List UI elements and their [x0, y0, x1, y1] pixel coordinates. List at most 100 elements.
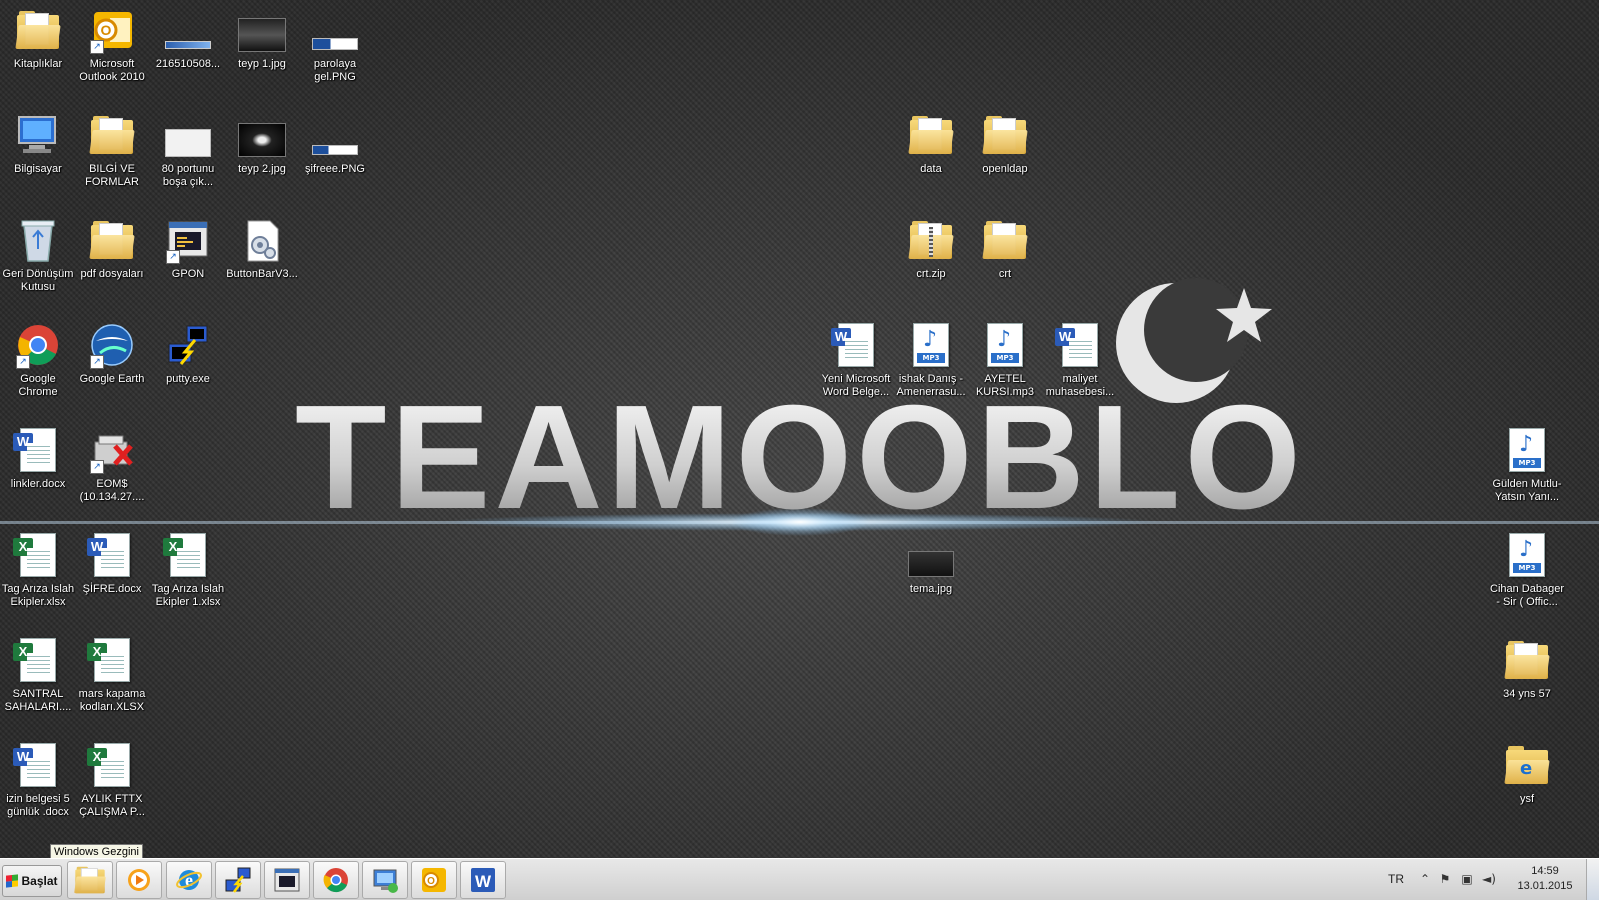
- desktop-icon-teyp1[interactable]: teyp 1.jpg: [224, 6, 300, 71]
- taskbar-windows-explorer[interactable]: [67, 861, 113, 899]
- clock-time: 14:59: [1531, 865, 1559, 877]
- icon-label: tema.jpg: [909, 583, 953, 595]
- icon-label: Google Chrome: [18, 373, 58, 398]
- desktop-icon-tema[interactable]: tema.jpg: [893, 531, 969, 596]
- image-thumbnail-icon: [165, 129, 211, 157]
- taskbar-word[interactable]: W: [460, 861, 506, 899]
- desktop-icon-linkler[interactable]: W linkler.docx: [0, 426, 76, 491]
- desktop-icon-gulden[interactable]: ♪ MP3 Gülden Mutlu-Yatsın Yanı...: [1489, 426, 1565, 504]
- icon-label: Kitaplıklar: [13, 58, 63, 70]
- taskbar-putty[interactable]: [215, 861, 261, 899]
- desktop-icon-pdf[interactable]: pdf dosyaları: [74, 216, 150, 281]
- desktop-icon-sifreee[interactable]: şifreee.PNG: [297, 111, 373, 176]
- taskbar-internet-explorer[interactable]: e: [166, 861, 212, 899]
- taskbar-media-player[interactable]: [116, 861, 162, 899]
- excel-doc-icon: X: [13, 533, 56, 577]
- volume-icon[interactable]: ◄): [1482, 873, 1496, 886]
- image-thumbnail-icon: [908, 551, 954, 577]
- folder-icon: [89, 221, 135, 259]
- network-icon[interactable]: ▣: [1460, 873, 1474, 886]
- media-player-icon: [128, 869, 150, 891]
- desktop-icon-earth[interactable]: ↗ Google Earth: [74, 321, 150, 386]
- icon-label: pdf dosyaları: [80, 268, 144, 280]
- show-desktop-button[interactable]: [1586, 859, 1599, 900]
- image-thumbnail-icon: [238, 18, 286, 52]
- desktop-icon-yns57[interactable]: 34 yns 57: [1489, 636, 1565, 701]
- icon-label: maliyet muhasebesi...: [1045, 373, 1115, 398]
- taskbar-gpon-app[interactable]: [264, 861, 310, 899]
- mp3-file-icon: ♪ MP3: [987, 323, 1023, 367]
- desktop-icon-teyp2[interactable]: teyp 2.jpg: [224, 111, 300, 176]
- libraries-folder-icon: [15, 11, 61, 49]
- desktop-icon-bilgi-formlar[interactable]: BILGİ VE FORMLAR: [74, 111, 150, 189]
- folder-icon: [982, 116, 1028, 154]
- outlook-icon: O: [422, 868, 446, 892]
- desktop-icon-ayetel[interactable]: ♪ MP3 AYETEL KURSI.mp3: [967, 321, 1043, 399]
- icon-label: Yeni Microsoft Word Belge...: [821, 373, 891, 398]
- gpon-app-icon: [274, 868, 300, 892]
- config-file-icon: [247, 220, 279, 262]
- desktop-icon-outlook[interactable]: O ↗ Microsoft Outlook 2010: [74, 6, 150, 84]
- desktop-icon-buttonbar[interactable]: ButtonBarV3...: [224, 216, 300, 281]
- desktop-icon-santral[interactable]: X SANTRAL SAHALARI....: [0, 636, 76, 714]
- desktop-icon-yeni-word[interactable]: W Yeni Microsoft Word Belge...: [818, 321, 894, 399]
- desktop-icon-216510508[interactable]: 216510508...: [150, 6, 226, 71]
- taskbar-outlook[interactable]: O: [411, 861, 457, 899]
- mp3-file-icon: ♪ MP3: [913, 323, 949, 367]
- icon-label: AYLIK FTTX ÇALIŞMA P...: [79, 793, 145, 818]
- windows-logo-icon: [6, 874, 19, 888]
- clock[interactable]: 14:59 13.01.2015: [1517, 864, 1573, 894]
- icon-label: crt.zip: [916, 268, 946, 280]
- remote-desktop-icon: [373, 869, 398, 893]
- icon-label: BILGİ VE FORMLAR: [85, 163, 139, 188]
- svg-text:W: W: [475, 872, 492, 891]
- desktop-icon-geri-donusum[interactable]: Geri Dönüşüm Kutusu: [0, 216, 76, 294]
- language-indicator[interactable]: TR: [1388, 872, 1404, 886]
- desktop-icon-kitapliklar[interactable]: Kitaplıklar: [0, 6, 76, 71]
- desktop-icon-aylik[interactable]: X AYLIK FTTX ÇALIŞMA P...: [74, 741, 150, 819]
- svg-text:O: O: [427, 876, 435, 887]
- taskbar-google-chrome[interactable]: [313, 861, 359, 899]
- desktop-icon-sifre[interactable]: W ŞİFRE.docx: [74, 531, 150, 596]
- desktop-icon-eoms[interactable]: ↗ EOM$ (10.134.27....: [74, 426, 150, 504]
- folder-icon: [74, 866, 106, 894]
- desktop-icon-parolaya[interactable]: parolaya gel.PNG: [297, 6, 373, 84]
- desktop-icon-putty[interactable]: putty.exe: [150, 321, 226, 386]
- desktop-icon-cihan[interactable]: ♪ MP3 Cihan Dabager - Sir ( Offic...: [1489, 531, 1565, 609]
- desktop-icon-tag2[interactable]: X Tag Arıza Islah Ekipler 1.xlsx: [150, 531, 226, 609]
- word-doc-icon: W: [87, 533, 130, 577]
- desktop-icon-izin[interactable]: W izin belgesi 5 günlük .docx: [0, 741, 76, 819]
- desktop-icon-gpon[interactable]: ↗ GPON: [150, 216, 226, 281]
- desktop-icon-mars[interactable]: X mars kapama kodları.XLSX: [74, 636, 150, 714]
- action-center-flag-icon[interactable]: ⚑: [1438, 873, 1452, 886]
- clock-date: 13.01.2015: [1517, 880, 1573, 892]
- icon-label: 34 yns 57: [1503, 688, 1551, 700]
- icon-label: ishak Danış - Amenerrasu...: [896, 373, 966, 398]
- desktop-icon-openldap[interactable]: openldap: [967, 111, 1043, 176]
- start-button[interactable]: Başlat: [2, 865, 62, 897]
- icon-label: mars kapama kodları.XLSX: [78, 688, 146, 713]
- taskbar-remote-desktop[interactable]: [362, 861, 408, 899]
- desktop-icon-data[interactable]: data: [893, 111, 969, 176]
- word-doc-icon: W: [1055, 323, 1098, 367]
- star-icon: [1216, 288, 1272, 342]
- icon-label: putty.exe: [166, 373, 210, 385]
- excel-doc-icon: X: [87, 743, 130, 787]
- desktop-icon-ysf[interactable]: e ysf: [1489, 741, 1565, 806]
- recycle-bin-icon: [21, 220, 55, 262]
- desktop-icon-crtzip[interactable]: crt.zip: [893, 216, 969, 281]
- mp3-file-icon: ♪ MP3: [1509, 533, 1545, 577]
- show-hidden-icons-icon[interactable]: ⌃: [1418, 873, 1432, 886]
- desktop-icon-crt[interactable]: crt: [967, 216, 1043, 281]
- desktop-icon-port80[interactable]: 80 portunu boşa çık...: [150, 111, 226, 189]
- folder-icon: [908, 116, 954, 154]
- desktop-icon-ishak[interactable]: ♪ MP3 ishak Danış - Amenerrasu...: [893, 321, 969, 399]
- desktop-icon-tag1[interactable]: X Tag Arıza Islah Ekipler.xlsx: [0, 531, 76, 609]
- icon-label: AYETEL KURSI.mp3: [975, 373, 1035, 398]
- icon-label: ButtonBarV3...: [226, 268, 298, 280]
- desktop-icon-maliyet[interactable]: W maliyet muhasebesi...: [1042, 321, 1118, 399]
- icon-label: crt: [998, 268, 1012, 280]
- desktop-icon-bilgisayar[interactable]: Bilgisayar: [0, 111, 76, 176]
- zip-folder-icon: [908, 221, 954, 259]
- desktop-icon-chrome[interactable]: ↗ Google Chrome: [0, 321, 76, 399]
